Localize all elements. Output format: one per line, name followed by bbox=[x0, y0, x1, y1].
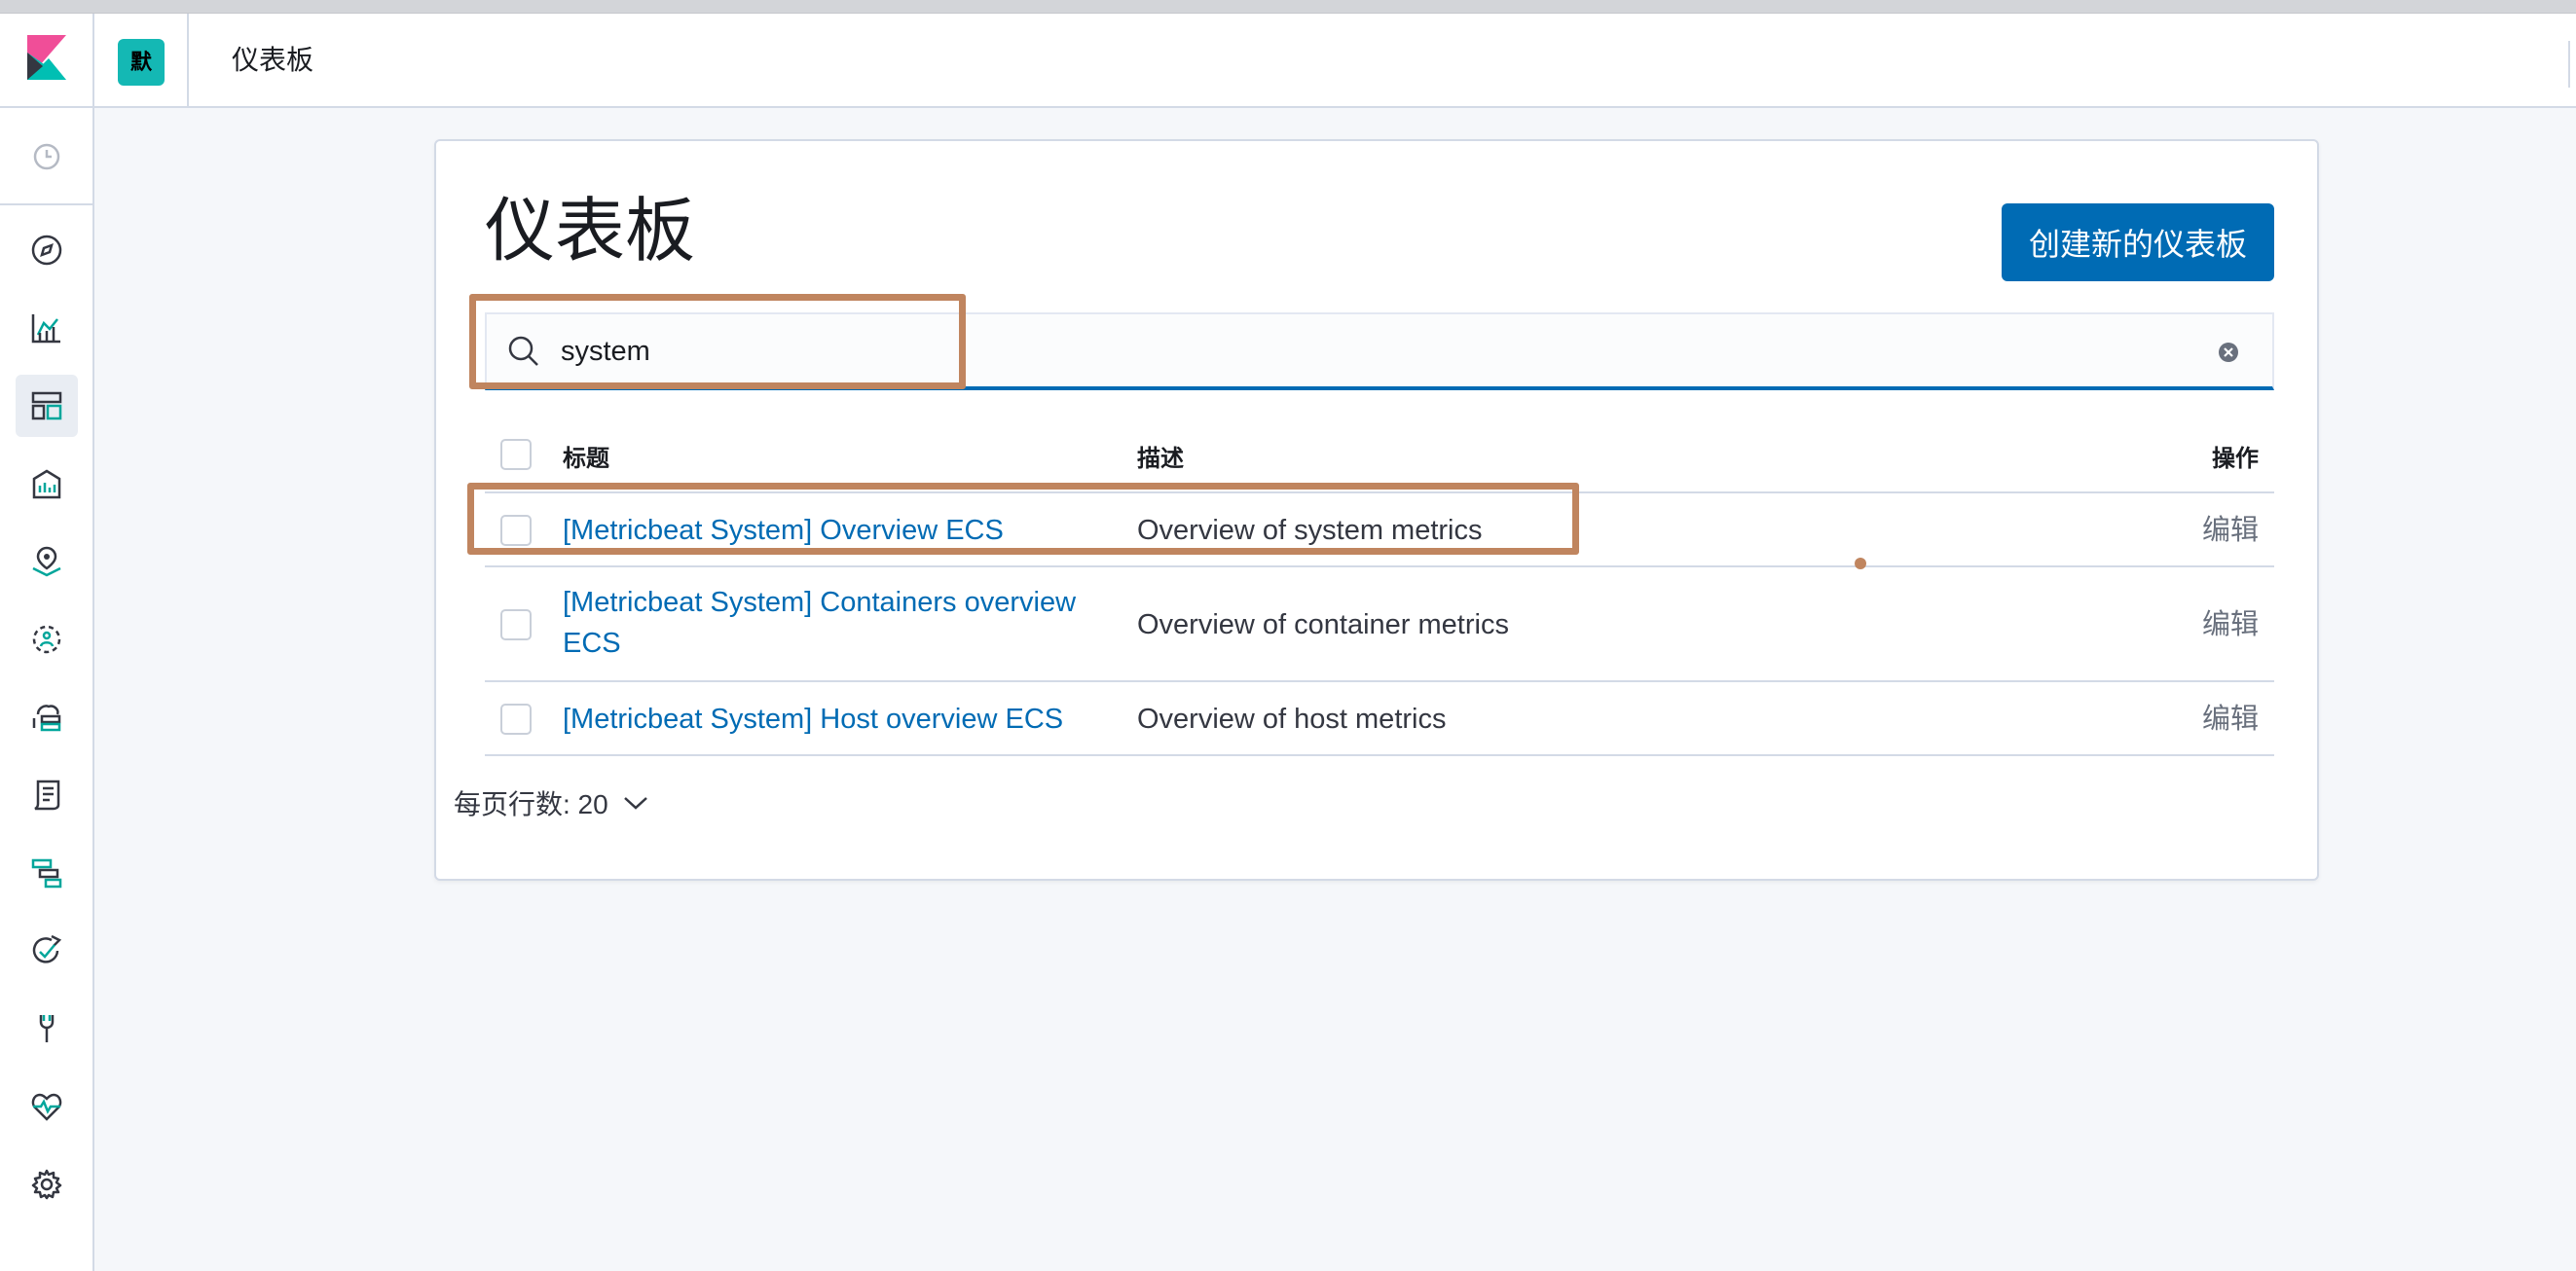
chevron-down-icon bbox=[622, 787, 649, 818]
compass-icon[interactable] bbox=[16, 219, 78, 281]
ml-icon[interactable] bbox=[16, 608, 78, 671]
uptime-icon[interactable] bbox=[16, 920, 78, 982]
rows-per-page-selector[interactable]: 每页行数: 20 bbox=[454, 783, 649, 822]
monitoring-icon[interactable] bbox=[16, 1075, 78, 1138]
column-header-title[interactable]: 标题 bbox=[563, 439, 609, 473]
search-input[interactable] bbox=[559, 326, 2165, 377]
column-header-description[interactable]: 描述 bbox=[1137, 439, 1184, 473]
logs-icon[interactable] bbox=[16, 764, 78, 826]
gear-icon[interactable] bbox=[16, 1153, 78, 1216]
clock-icon[interactable] bbox=[16, 126, 78, 188]
rows-per-page-label: 每页行数: 20 bbox=[454, 789, 608, 819]
recently-viewed-section bbox=[0, 108, 92, 205]
breadcrumb: 仪表板 bbox=[232, 45, 314, 75]
dashboard-list-panel: 仪表板 创建新的仪表板 标题 描述 操作 [Metricbeat System]… bbox=[434, 139, 2319, 881]
table-row: [Metricbeat System] Host overview ECS Ov… bbox=[485, 682, 2274, 756]
canvas-icon[interactable] bbox=[16, 453, 78, 515]
create-dashboard-button[interactable]: 创建新的仪表板 bbox=[2002, 203, 2274, 281]
devtools-icon[interactable] bbox=[16, 998, 78, 1060]
kibana-logo[interactable] bbox=[0, 14, 94, 108]
row-checkbox[interactable] bbox=[500, 609, 532, 640]
search-field[interactable] bbox=[485, 312, 2274, 390]
edit-link[interactable]: 编辑 bbox=[2202, 510, 2259, 551]
top-header: 默 仪表板 bbox=[0, 14, 2576, 108]
dashboard-title-line: [Metricbeat System] Containers overview bbox=[563, 587, 1077, 618]
table-header: 标题 描述 操作 bbox=[485, 418, 2274, 493]
row-checkbox[interactable] bbox=[500, 704, 532, 735]
dashboard-title-link[interactable]: [Metricbeat System] Containers overview … bbox=[563, 582, 1076, 664]
space-avatar[interactable]: 默 bbox=[118, 39, 165, 86]
search-icon bbox=[506, 334, 541, 374]
dashboard-description: Overview of container metrics bbox=[1137, 609, 1509, 640]
table-row: [Metricbeat System] Containers overview … bbox=[485, 567, 2274, 682]
dashboard-description: Overview of host metrics bbox=[1137, 704, 1447, 735]
table-row: [Metricbeat System] Overview ECS Overvie… bbox=[485, 493, 2274, 567]
dashboard-title-line: ECS bbox=[563, 628, 621, 659]
sidebar-nav bbox=[0, 108, 94, 1271]
dashboard-description: Overview of system metrics bbox=[1137, 515, 1483, 546]
row-checkbox[interactable] bbox=[500, 515, 532, 546]
apm-icon[interactable] bbox=[16, 842, 78, 904]
edit-link[interactable]: 编辑 bbox=[2202, 699, 2259, 740]
maps-icon[interactable] bbox=[16, 530, 78, 593]
header-divider-right bbox=[2568, 41, 2570, 88]
header-divider bbox=[187, 14, 189, 108]
select-all-checkbox[interactable] bbox=[500, 439, 532, 470]
browser-top-strip bbox=[0, 0, 2576, 14]
dashboard-title-link[interactable]: [Metricbeat System] Host overview ECS bbox=[563, 699, 1063, 740]
column-header-actions: 操作 bbox=[2212, 446, 2259, 472]
page-title: 仪表板 bbox=[485, 193, 696, 271]
edit-link[interactable]: 编辑 bbox=[2202, 604, 2259, 645]
dashboard-title-link[interactable]: [Metricbeat System] Overview ECS bbox=[563, 510, 1004, 551]
infrastructure-icon[interactable] bbox=[16, 686, 78, 748]
kibana-logo-icon bbox=[27, 35, 66, 80]
visualize-icon[interactable] bbox=[16, 297, 78, 359]
dashboard-icon[interactable] bbox=[16, 375, 78, 437]
annotation-dot bbox=[1855, 558, 1866, 569]
clear-search-icon[interactable] bbox=[2218, 342, 2239, 368]
